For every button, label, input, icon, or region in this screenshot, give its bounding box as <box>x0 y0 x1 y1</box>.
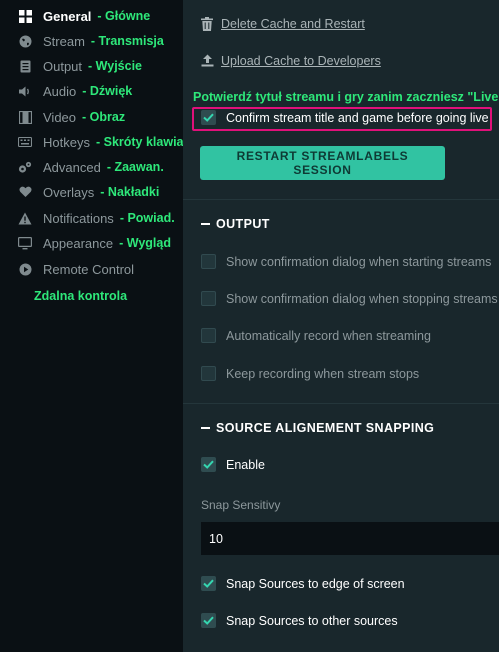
sidebar-item-output[interactable]: Output - Wyjście <box>18 56 142 76</box>
sidebar-item-translation: - Skróty klawiat <box>95 135 188 149</box>
checkbox-checked[interactable] <box>201 110 216 125</box>
checkbox-unchecked[interactable] <box>201 254 216 269</box>
sidebar-item-stream[interactable]: Stream - Transmisja <box>18 31 164 51</box>
grid-icon <box>18 9 32 23</box>
divider <box>183 199 499 200</box>
snap-edge-label: Snap Sources to edge of screen <box>226 576 405 591</box>
section-title: SOURCE ALIGNEMENT SNAPPING <box>216 421 435 435</box>
sidebar-item-translation: - Dźwięk <box>82 84 133 98</box>
sidebar-item-label: General <box>43 8 92 24</box>
sidebar-item-advanced[interactable]: Advanced - Zaawan. <box>18 157 164 177</box>
checkbox-checked[interactable] <box>201 613 216 628</box>
option-label: Keep recording when stream stops <box>226 366 420 381</box>
sidebar-item-translation: - Nakładki <box>100 185 160 199</box>
sidebar-item-label: Notifications <box>43 210 114 226</box>
divider <box>183 403 499 404</box>
snap-edge-checkbox[interactable]: Snap Sources to edge of screen <box>201 576 405 591</box>
sidebar-item-label: Stream <box>43 33 85 49</box>
checkbox-unchecked[interactable] <box>201 291 216 306</box>
snap-other-label: Snap Sources to other sources <box>226 613 398 628</box>
enable-label: Enable <box>226 457 265 472</box>
checkbox-checked[interactable] <box>201 457 216 472</box>
monitor-icon <box>18 236 32 250</box>
heart-icon <box>18 185 32 199</box>
sidebar-item-label: Remote Control <box>43 261 135 277</box>
remote-control-translation: Zdalna kontrola <box>34 289 128 303</box>
confirm-title-label: Confirm stream title and game before goi… <box>226 110 489 125</box>
volume-icon <box>18 84 32 98</box>
snap-sensitivity-input[interactable] <box>201 522 499 555</box>
upload-icon <box>201 54 215 68</box>
sidebar-item-hotkeys[interactable]: Hotkeys - Skróty klawiat <box>18 132 188 152</box>
confirm-stop-checkbox[interactable]: Show confirmation dialog when stopping s… <box>201 291 498 306</box>
sidebar-item-translation: - Obraz <box>82 110 126 124</box>
sidebar-item-label: Audio <box>43 83 77 99</box>
keyboard-icon <box>18 135 32 149</box>
warning-icon <box>18 211 32 225</box>
checkbox-unchecked[interactable] <box>201 328 216 343</box>
collapse-icon <box>201 223 210 225</box>
sidebar-item-appearance[interactable]: Appearance - Wygląd <box>18 233 171 253</box>
sidebar-item-translation: - Powiad. <box>119 211 175 225</box>
play-circle-icon <box>18 262 32 276</box>
upload-cache-label: Upload Cache to Developers <box>221 54 381 68</box>
checkbox-checked[interactable] <box>201 576 216 591</box>
confirm-start-checkbox[interactable]: Show confirmation dialog when starting s… <box>201 254 491 269</box>
delete-cache-label: Delete Cache and Restart <box>221 17 365 31</box>
sidebar-item-translation: - Zaawan. <box>106 160 164 174</box>
restart-streamlabels-button[interactable]: RESTART STREAMLABELS SESSION <box>200 146 445 180</box>
sidebar-item-translation: - Wyjście <box>88 59 142 73</box>
collapse-icon <box>201 427 210 429</box>
translation-note: Potwierdź tytuł streamu i gry zanim zacz… <box>193 90 499 104</box>
settings-sidebar: General - Główne Stream - Transmisja Out… <box>0 0 188 652</box>
film-icon <box>18 110 32 124</box>
snap-sensitivity-label: Snap Sensitivy <box>201 498 281 512</box>
file-icon <box>18 59 32 73</box>
sidebar-item-label: Hotkeys <box>43 134 90 150</box>
checkbox-unchecked[interactable] <box>201 366 216 381</box>
option-label: Show confirmation dialog when stopping s… <box>226 291 498 306</box>
sidebar-item-translation: - Wygląd <box>119 236 171 250</box>
sidebar-item-label: Appearance <box>43 235 114 251</box>
cogs-icon <box>18 160 32 174</box>
option-label: Show confirmation dialog when starting s… <box>226 254 492 269</box>
sidebar-item-remote-control[interactable]: Remote Control <box>18 259 134 279</box>
sidebar-item-notifications[interactable]: Notifications - Powiad. <box>18 208 175 228</box>
output-section-header[interactable]: OUTPUT <box>201 217 270 231</box>
snapping-section-header[interactable]: SOURCE ALIGNEMENT SNAPPING <box>201 421 434 435</box>
sidebar-item-translation: - Główne <box>97 9 151 23</box>
sidebar-item-video[interactable]: Video - Obraz <box>18 107 125 127</box>
sidebar-item-audio[interactable]: Audio - Dźwięk <box>18 81 132 101</box>
sidebar-item-general[interactable]: General - Główne <box>18 6 150 26</box>
sidebar-item-label: Overlays <box>43 184 95 200</box>
sidebar-item-translation: - Transmisja <box>90 34 164 48</box>
sidebar-item-label: Advanced <box>43 159 101 175</box>
sidebar-item-label: Output <box>43 58 83 74</box>
snap-enable-checkbox[interactable]: Enable <box>201 457 265 472</box>
snap-other-checkbox[interactable]: Snap Sources to other sources <box>201 613 398 628</box>
delete-cache-link[interactable]: Delete Cache and Restart <box>201 17 365 31</box>
auto-record-checkbox[interactable]: Automatically record when streaming <box>201 328 431 343</box>
globe-icon <box>18 34 32 48</box>
general-settings-panel: Delete Cache and Restart Upload Cache to… <box>183 0 499 652</box>
section-title: OUTPUT <box>216 217 270 231</box>
confirm-title-checkbox[interactable]: Confirm stream title and game before goi… <box>201 110 489 125</box>
sidebar-item-label: Video <box>43 109 77 125</box>
option-label: Automatically record when streaming <box>226 328 431 343</box>
upload-cache-link[interactable]: Upload Cache to Developers <box>201 54 381 68</box>
sidebar-item-overlays[interactable]: Overlays - Nakładki <box>18 182 159 202</box>
trash-icon <box>201 17 215 31</box>
keep-recording-checkbox[interactable]: Keep recording when stream stops <box>201 366 419 381</box>
